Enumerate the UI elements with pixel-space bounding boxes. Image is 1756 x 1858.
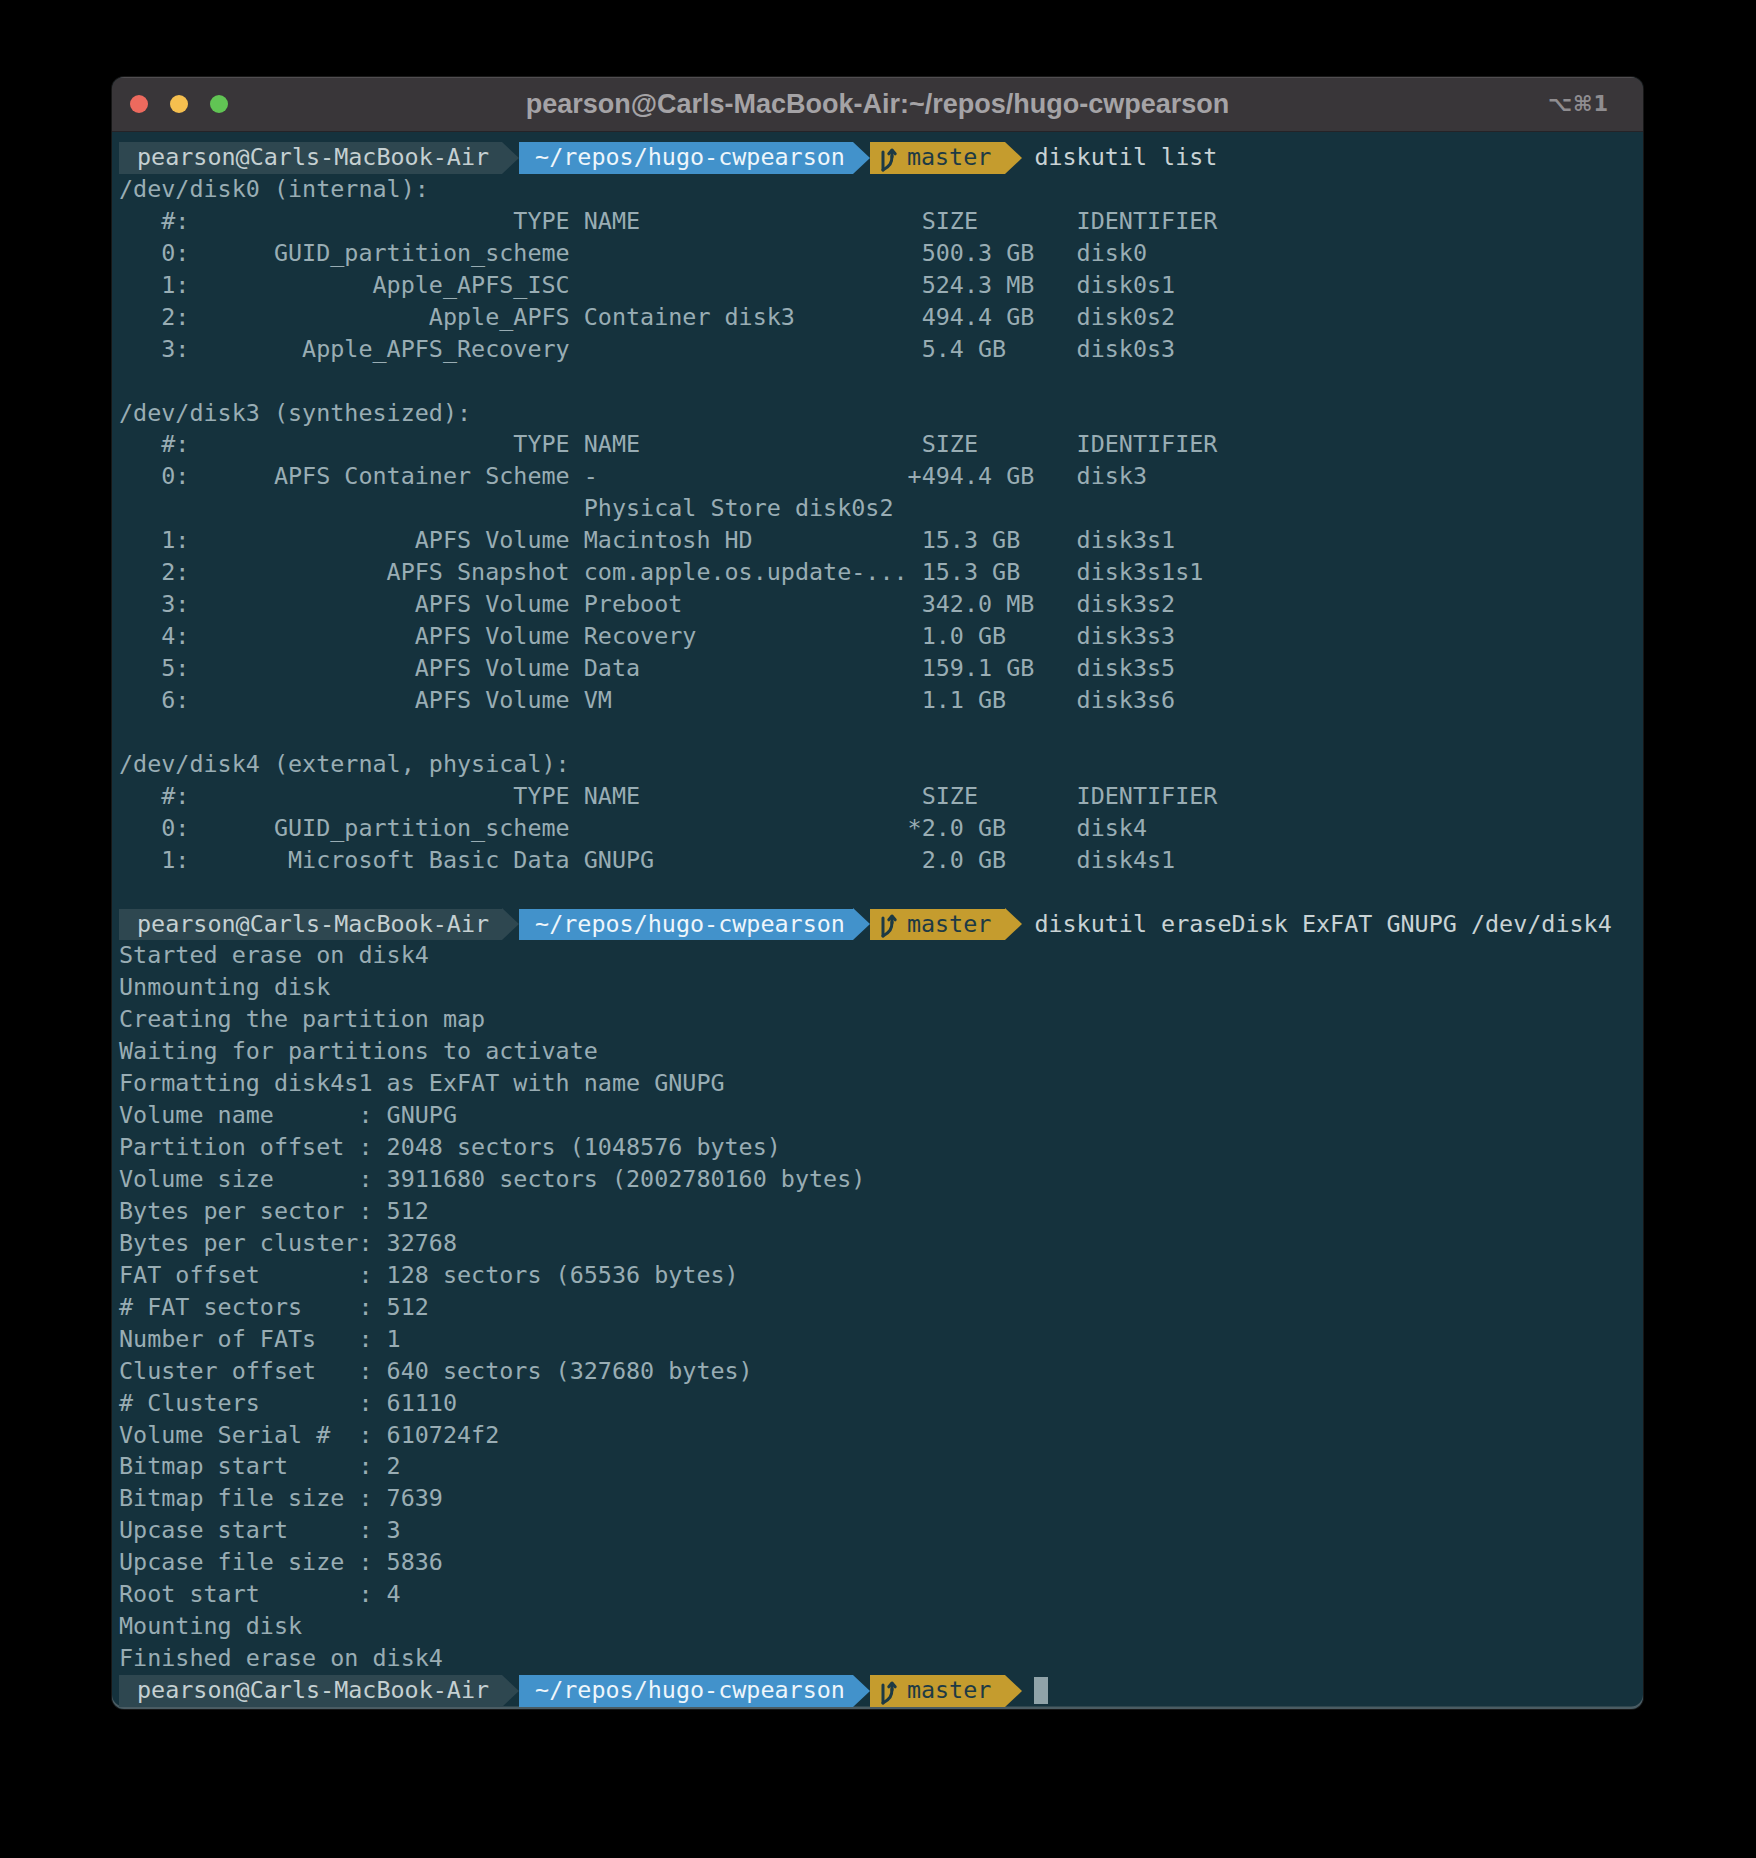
powerline-arrow-icon [502, 1675, 519, 1707]
terminal-line: Volume name : GNUPG [119, 1100, 1643, 1132]
terminal-line: Partition offset : 2048 sectors (1048576… [119, 1132, 1643, 1164]
git-branch-icon [876, 1677, 899, 1705]
terminal-line: Volume Serial # : 610724f2 [119, 1420, 1643, 1452]
blank-line [119, 366, 1643, 398]
git-branch-icon [876, 144, 899, 172]
terminal-line: Number of FATs : 1 [119, 1324, 1643, 1356]
terminal-line: 3: APFS Volume Preboot 342.0 MB disk3s2 [119, 589, 1643, 621]
terminal-line: 6: APFS Volume VM 1.1 GB disk3s6 [119, 685, 1643, 717]
window-title: pearson@Carls-MacBook-Air:~/repos/hugo-c… [526, 89, 1230, 120]
terminal-line: #: TYPE NAME SIZE IDENTIFIER [119, 206, 1643, 238]
terminal-line: #: TYPE NAME SIZE IDENTIFIER [119, 781, 1643, 813]
powerline-arrow-icon [1005, 1675, 1022, 1707]
powerline-arrow-icon [502, 142, 519, 174]
terminal-line: Upcase start : 3 [119, 1515, 1643, 1547]
terminal-line: Volume size : 3911680 sectors (200278016… [119, 1164, 1643, 1196]
prompt-path-segment: ~/repos/hugo-cwpearson [519, 1675, 853, 1707]
prompt-path-segment: ~/repos/hugo-cwpearson [519, 142, 853, 174]
terminal-line: Root start : 4 [119, 1579, 1643, 1611]
terminal-line: 1: APFS Volume Macintosh HD 15.3 GB disk… [119, 525, 1643, 557]
prompt-branch-segment: master [870, 1675, 1006, 1707]
terminal-line: Bytes per sector : 512 [119, 1196, 1643, 1228]
terminal-line: /dev/disk0 (internal): [119, 174, 1643, 206]
prompt-user-segment: pearson@Carls-MacBook-Air [119, 909, 502, 941]
command-text: diskutil list [1034, 142, 1217, 174]
prompt-line: pearson@Carls-MacBook-Air ~/repos/hugo-cw… [119, 142, 1643, 174]
terminal-line: Formatting disk4s1 as ExFAT with name GN… [119, 1068, 1643, 1100]
terminal-line: 5: APFS Volume Data 159.1 GB disk3s5 [119, 653, 1643, 685]
prompt-branch-segment: master [870, 909, 1006, 941]
prompt-line: pearson@Carls-MacBook-Air ~/repos/hugo-cw… [119, 1675, 1643, 1707]
powerline-arrow-icon [1005, 142, 1022, 174]
git-branch-icon [876, 910, 899, 938]
prompt-path-segment: ~/repos/hugo-cwpearson [519, 909, 853, 941]
prompt-branch-segment: master [870, 142, 1006, 174]
powerline-arrow-icon [1005, 908, 1022, 940]
prompt-user-segment: pearson@Carls-MacBook-Air [119, 1675, 502, 1707]
terminal-line: 0: GUID_partition_scheme *2.0 GB disk4 [119, 813, 1643, 845]
terminal-line: Bitmap file size : 7639 [119, 1483, 1643, 1515]
terminal-line: Creating the partition map [119, 1004, 1643, 1036]
terminal-line: 3: Apple_APFS_Recovery 5.4 GB disk0s3 [119, 334, 1643, 366]
titlebar: pearson@Carls-MacBook-Air:~/repos/hugo-c… [112, 77, 1643, 132]
terminal-line: Started erase on disk4 [119, 940, 1643, 972]
command-text: diskutil eraseDisk ExFAT GNUPG /dev/disk… [1034, 909, 1611, 941]
terminal-line: 0: GUID_partition_scheme 500.3 GB disk0 [119, 238, 1643, 270]
close-button[interactable] [130, 95, 148, 113]
zoom-button[interactable] [210, 95, 228, 113]
terminal-line: 0: APFS Container Scheme - +494.4 GB dis… [119, 461, 1643, 493]
terminal-line: FAT offset : 128 sectors (65536 bytes) [119, 1260, 1643, 1292]
terminal-line: /dev/disk3 (synthesized): [119, 398, 1643, 430]
terminal-line: 2: APFS Snapshot com.apple.os.update-...… [119, 557, 1643, 589]
blank-line [119, 877, 1643, 909]
prompt-line: pearson@Carls-MacBook-Air ~/repos/hugo-cw… [119, 909, 1643, 941]
terminal-line: 4: APFS Volume Recovery 1.0 GB disk3s3 [119, 621, 1643, 653]
terminal-line: Bitmap start : 2 [119, 1451, 1643, 1483]
terminal-cursor [1034, 1677, 1048, 1704]
terminal-line: Unmounting disk [119, 972, 1643, 1004]
terminal-line: 1: Microsoft Basic Data GNUPG 2.0 GB dis… [119, 845, 1643, 877]
terminal-line: Mounting disk [119, 1611, 1643, 1643]
powerline-arrow-icon [853, 908, 870, 940]
window-shortcut: ⌥⌘1 [1548, 77, 1609, 131]
powerline-arrow-icon [853, 142, 870, 174]
terminal-line: #: TYPE NAME SIZE IDENTIFIER [119, 429, 1643, 461]
terminal-window: pearson@Carls-MacBook-Air:~/repos/hugo-c… [112, 77, 1643, 1709]
terminal-line: Cluster offset : 640 sectors (327680 byt… [119, 1356, 1643, 1388]
minimize-button[interactable] [170, 95, 188, 113]
prompt-user-segment: pearson@Carls-MacBook-Air [119, 142, 502, 174]
terminal-line: # Clusters : 61110 [119, 1388, 1643, 1420]
terminal-line: /dev/disk4 (external, physical): [119, 749, 1643, 781]
terminal-line: 2: Apple_APFS Container disk3 494.4 GB d… [119, 302, 1643, 334]
terminal-content[interactable]: pearson@Carls-MacBook-Air ~/repos/hugo-cw… [112, 133, 1643, 1709]
terminal-line: Waiting for partitions to activate [119, 1036, 1643, 1068]
terminal-line: # FAT sectors : 512 [119, 1292, 1643, 1324]
powerline-arrow-icon [853, 1675, 870, 1707]
window-controls [130, 77, 228, 131]
blank-line [119, 717, 1643, 749]
terminal-line: Bytes per cluster: 32768 [119, 1228, 1643, 1260]
terminal-line: Physical Store disk0s2 [119, 493, 1643, 525]
terminal-line: Upcase file size : 5836 [119, 1547, 1643, 1579]
terminal-line: Finished erase on disk4 [119, 1643, 1643, 1675]
powerline-arrow-icon [502, 908, 519, 940]
terminal-line: 1: Apple_APFS_ISC 524.3 MB disk0s1 [119, 270, 1643, 302]
